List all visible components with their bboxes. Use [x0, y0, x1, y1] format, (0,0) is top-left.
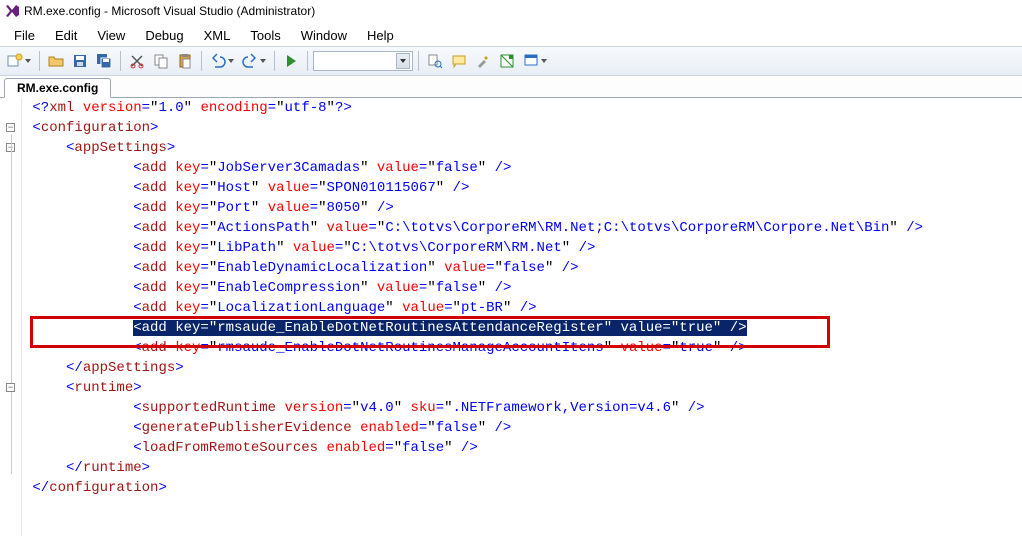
menu-debug[interactable]: Debug: [137, 26, 191, 45]
menu-edit[interactable]: Edit: [47, 26, 85, 45]
code-editor[interactable]: − − − <?xml version="1.0" encoding="utf-…: [0, 98, 1022, 536]
menu-window[interactable]: Window: [293, 26, 355, 45]
paste-button[interactable]: [174, 50, 196, 72]
toolbar: [0, 46, 1022, 76]
combo-dropdown-icon[interactable]: [396, 53, 410, 69]
toolbar-sep: [201, 51, 202, 71]
menu-tools[interactable]: Tools: [242, 26, 288, 45]
highlight-annotation-box: [30, 316, 830, 348]
vs-app-icon: [4, 3, 20, 19]
menu-bar: File Edit View Debug XML Tools Window He…: [0, 22, 1022, 46]
solution-config-combo[interactable]: [313, 51, 413, 71]
tools-button[interactable]: [472, 50, 494, 72]
undo-button[interactable]: [207, 50, 237, 72]
title-bar: RM.exe.config - Microsoft Visual Studio …: [0, 0, 1022, 22]
start-page-button[interactable]: [496, 50, 518, 72]
open-file-button[interactable]: [45, 50, 67, 72]
fold-line: [11, 134, 12, 474]
toolbar-sep: [307, 51, 308, 71]
copy-button[interactable]: [150, 50, 172, 72]
save-all-button[interactable]: [93, 50, 115, 72]
menu-view[interactable]: View: [89, 26, 133, 45]
fold-toggle-icon[interactable]: −: [6, 123, 15, 132]
window-title: RM.exe.config - Microsoft Visual Studio …: [24, 4, 315, 18]
window-button[interactable]: [520, 50, 550, 72]
save-button[interactable]: [69, 50, 91, 72]
toolbar-sep: [274, 51, 275, 71]
fold-toggle-icon[interactable]: −: [6, 383, 15, 392]
comment-button[interactable]: [448, 50, 470, 72]
menu-xml[interactable]: XML: [196, 26, 239, 45]
cut-button[interactable]: [126, 50, 148, 72]
toolbar-sep: [39, 51, 40, 71]
menu-file[interactable]: File: [6, 26, 43, 45]
new-project-button[interactable]: [4, 50, 34, 72]
tab-strip: RM.exe.config: [0, 76, 1022, 98]
code-text[interactable]: <?xml version="1.0" encoding="utf-8"?> <…: [24, 98, 923, 498]
tab-label: RM.exe.config: [17, 81, 98, 95]
redo-button[interactable]: [239, 50, 269, 72]
toolbar-sep: [418, 51, 419, 71]
menu-help[interactable]: Help: [359, 26, 402, 45]
outline-gutter: − − −: [0, 98, 22, 536]
tab-rm-exe-config[interactable]: RM.exe.config: [4, 78, 111, 98]
toolbar-sep: [120, 51, 121, 71]
start-debug-button[interactable]: [280, 50, 302, 72]
find-in-files-button[interactable]: [424, 50, 446, 72]
